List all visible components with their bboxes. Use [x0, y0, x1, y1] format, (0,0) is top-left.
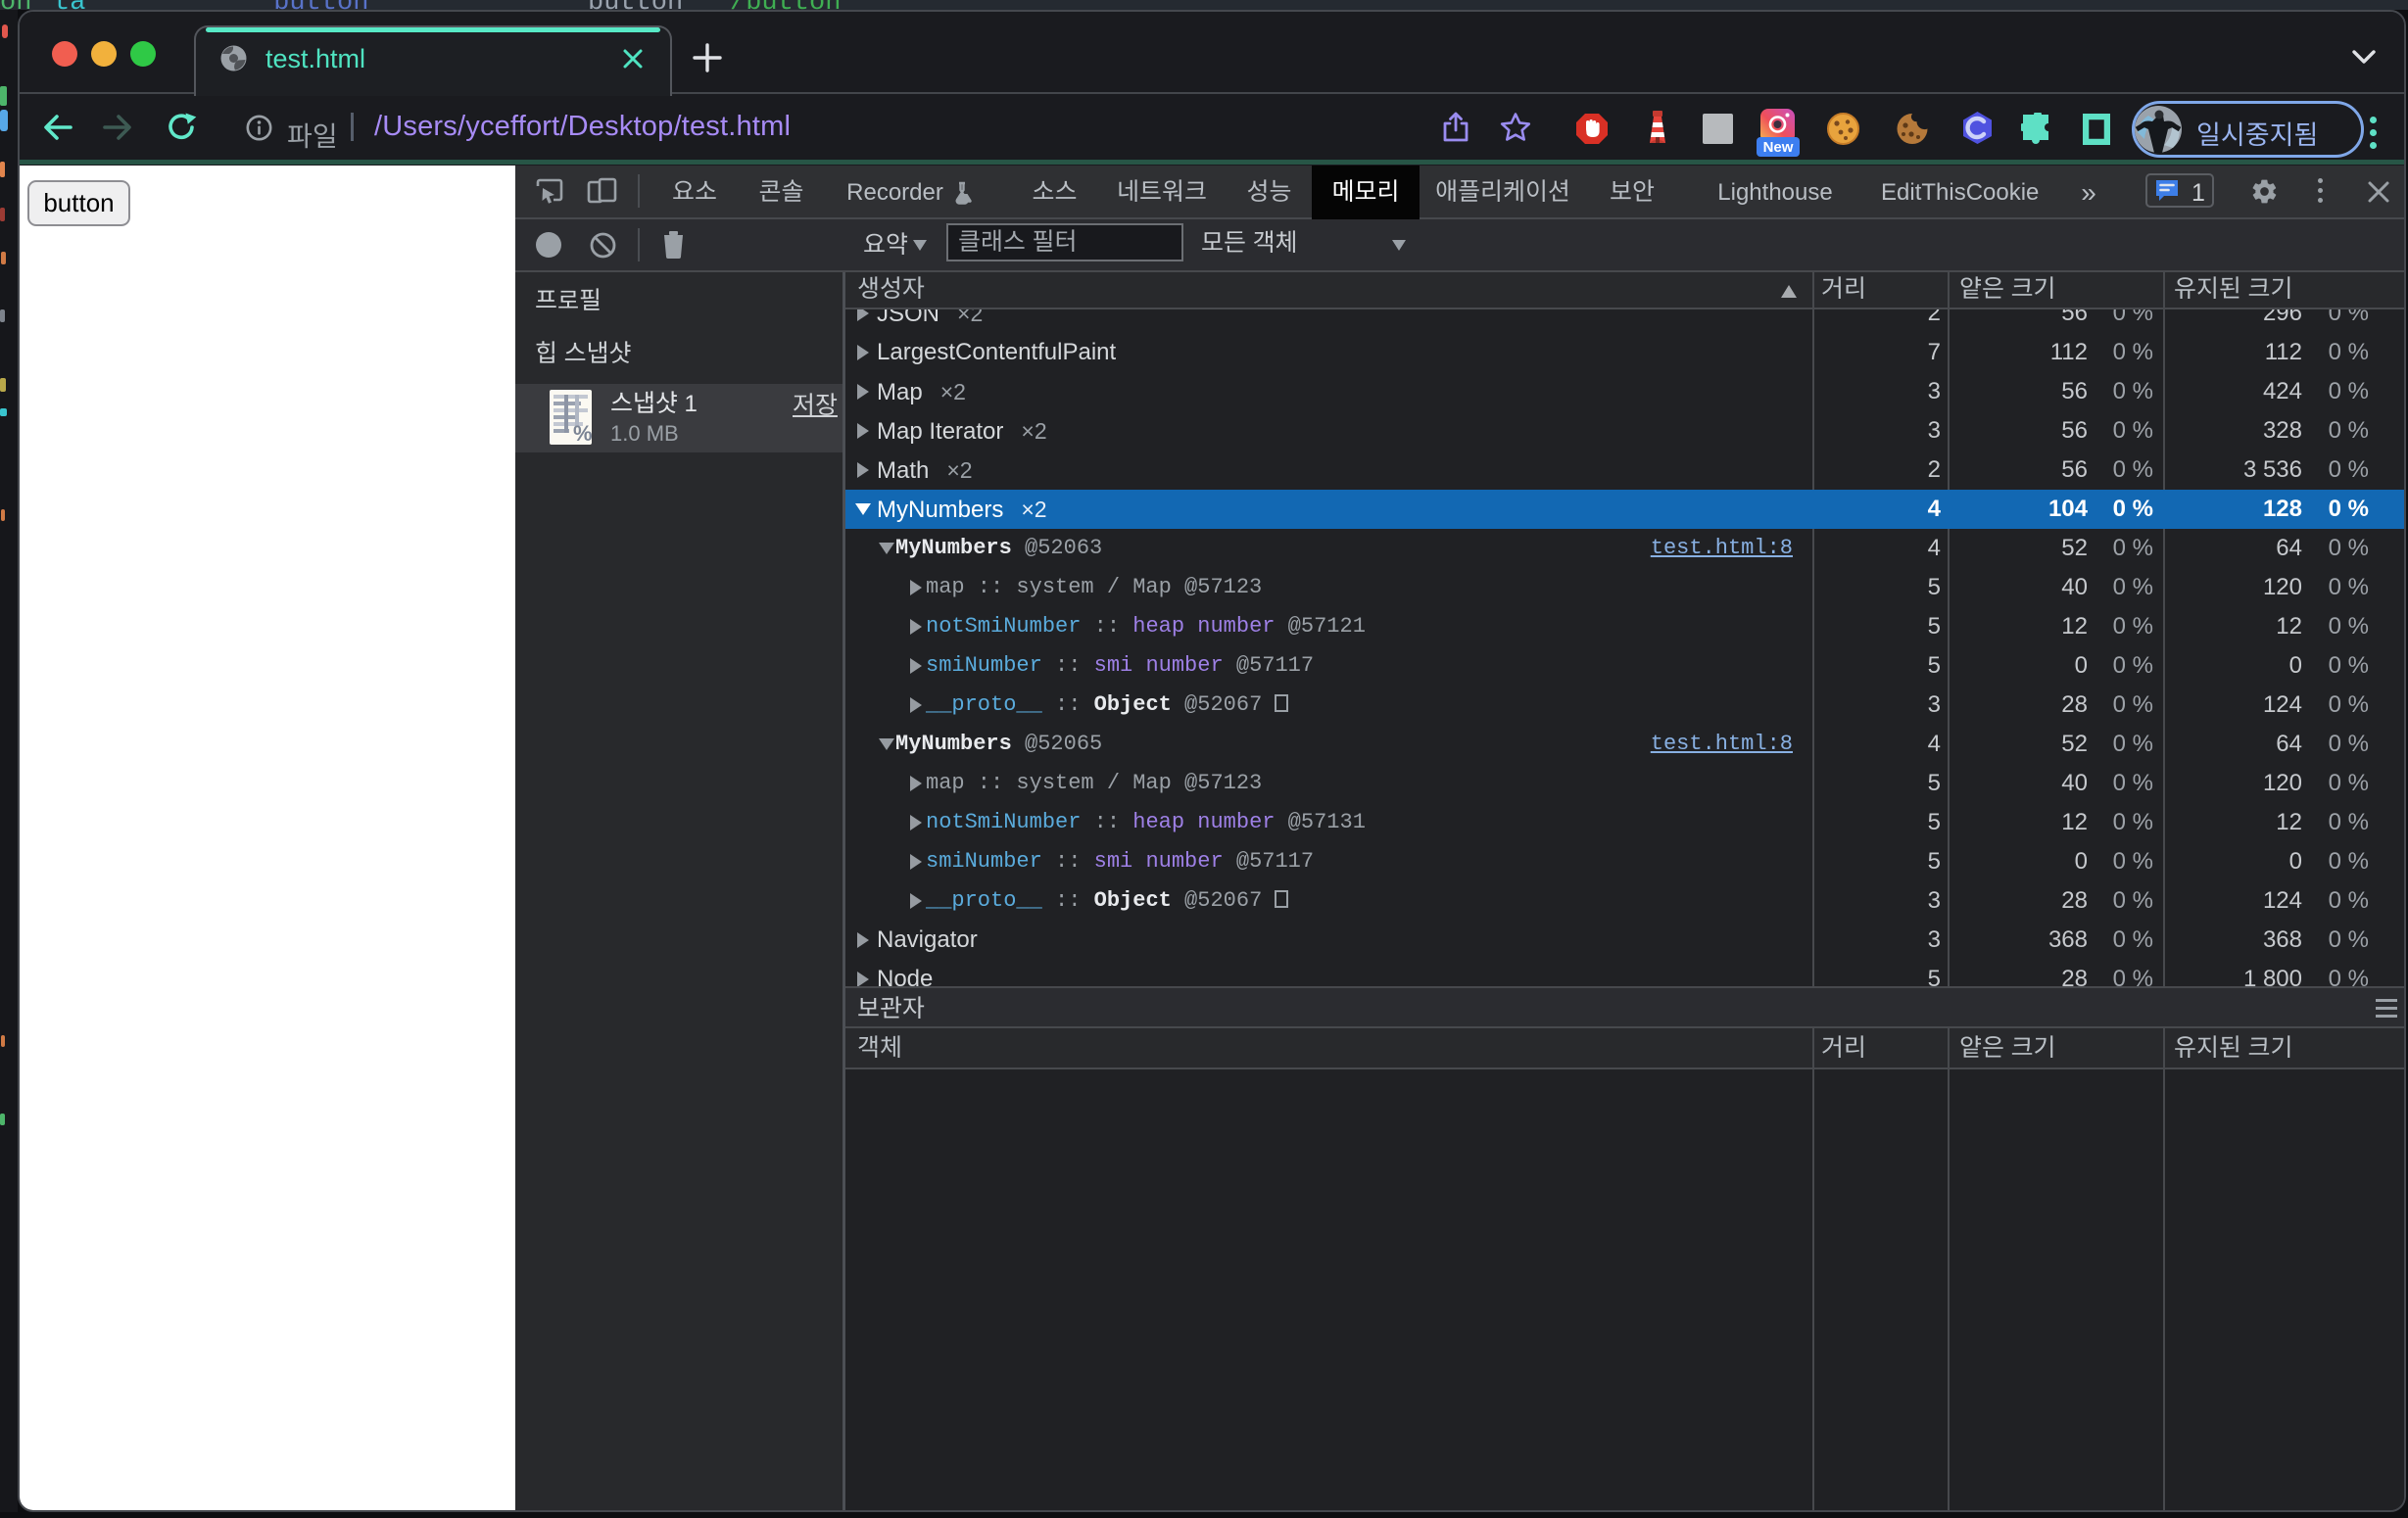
svg-text:%: % [573, 421, 592, 445]
